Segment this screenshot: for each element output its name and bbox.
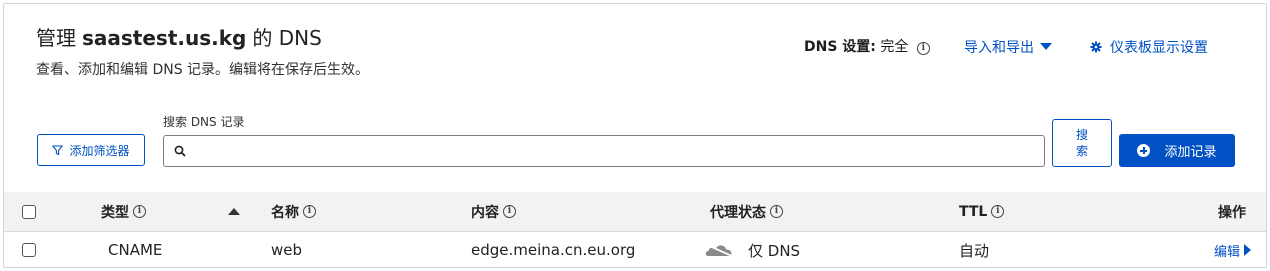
import-export-link[interactable]: 导入和导出 — [964, 37, 1052, 57]
title-domain: saastest.us.kg — [82, 26, 247, 50]
record-proxy-status: 仅 DNS — [704, 232, 801, 267]
info-icon[interactable]: i — [133, 205, 146, 218]
column-actions-label: 操作 — [1218, 204, 1246, 221]
column-ttl[interactable]: TTL i — [959, 192, 1005, 231]
column-actions: 操作 — [1218, 192, 1246, 231]
select-all-checkbox[interactable] — [22, 204, 36, 219]
page-title: 管理 saastest.us.kg 的 DNS — [36, 22, 322, 51]
add-record-label: 添加记录 — [1164, 145, 1217, 160]
column-type-label: 类型 — [101, 204, 129, 221]
column-proxy-status-label: 代理状态 — [710, 204, 766, 221]
add-filter-label: 添加筛选器 — [69, 143, 130, 158]
title-prefix: 管理 — [36, 26, 76, 50]
search-button-label: 搜索 — [1075, 128, 1088, 158]
record-ttl: 自动 — [959, 241, 990, 260]
page-subtitle: 查看、添加和编辑 DNS 记录。编辑将在保存后生效。 — [36, 62, 370, 78]
info-icon[interactable]: i — [770, 205, 783, 218]
select-all-cell — [22, 192, 36, 231]
record-name: web — [271, 241, 303, 259]
sort-up-icon[interactable] — [228, 208, 240, 215]
sort-cell — [228, 192, 240, 231]
column-name-label: 名称 — [271, 204, 299, 221]
info-icon[interactable]: i — [303, 205, 316, 218]
column-ttl-label: TTL — [959, 203, 988, 220]
dns-setting-label: DNS 设置: — [804, 39, 876, 55]
import-export-label: 导入和导出 — [964, 40, 1034, 56]
cloud-icon — [704, 243, 735, 258]
search-input[interactable] — [192, 142, 1044, 160]
title-suffix: 的 DNS — [252, 26, 322, 50]
column-proxy-status[interactable]: 代理状态 i — [710, 192, 783, 231]
search-icon — [174, 145, 186, 157]
column-content-label: 内容 — [471, 204, 499, 221]
caret-down-icon — [1040, 43, 1052, 50]
search-field[interactable] — [163, 135, 1045, 167]
column-name[interactable]: 名称 i — [271, 192, 316, 231]
record-type: CNAME — [108, 241, 163, 259]
info-icon[interactable]: i — [991, 205, 1005, 218]
plus-circle-icon — [1137, 144, 1151, 157]
chevron-right-icon — [1244, 244, 1252, 256]
dns-setting-value: 完全 — [880, 39, 909, 55]
record-content: edge.meina.cn.eu.org — [471, 241, 636, 259]
row-select-cell — [22, 232, 36, 267]
add-filter-button[interactable]: 添加筛选器 — [37, 134, 145, 166]
filter-icon — [52, 144, 64, 155]
column-content[interactable]: 内容 i — [471, 192, 516, 231]
proxy-status-label: 仅 DNS — [748, 241, 801, 260]
gear-icon — [1090, 41, 1102, 53]
info-icon[interactable]: i — [503, 205, 516, 218]
table-header: 类型 i 名称 i 内容 i 代理状态 i TTL i 操作 — [4, 192, 1266, 232]
table-row: CNAME web edge.meina.cn.eu.org 仅 DNS 自动 … — [4, 232, 1266, 267]
edit-label: 编辑 — [1214, 244, 1241, 260]
info-icon[interactable]: i — [916, 42, 930, 55]
dashboard-display-settings-link[interactable]: 仪表板显示设置 — [1090, 37, 1208, 57]
row-checkbox[interactable] — [22, 243, 36, 257]
edit-record-link[interactable]: 编辑 — [1214, 232, 1252, 267]
add-record-button[interactable]: 添加记录 — [1119, 134, 1235, 167]
column-type[interactable]: 类型 i — [101, 192, 146, 231]
dns-records-card: 管理 saastest.us.kg 的 DNS 查看、添加和编辑 DNS 记录。编辑… — [3, 3, 1267, 268]
search-label: 搜索 DNS 记录 — [163, 115, 245, 129]
dns-setting: DNS 设置: 完全 i — [804, 36, 930, 56]
dashboard-display-label: 仪表板显示设置 — [1110, 40, 1208, 56]
search-button[interactable]: 搜索 — [1052, 119, 1112, 167]
